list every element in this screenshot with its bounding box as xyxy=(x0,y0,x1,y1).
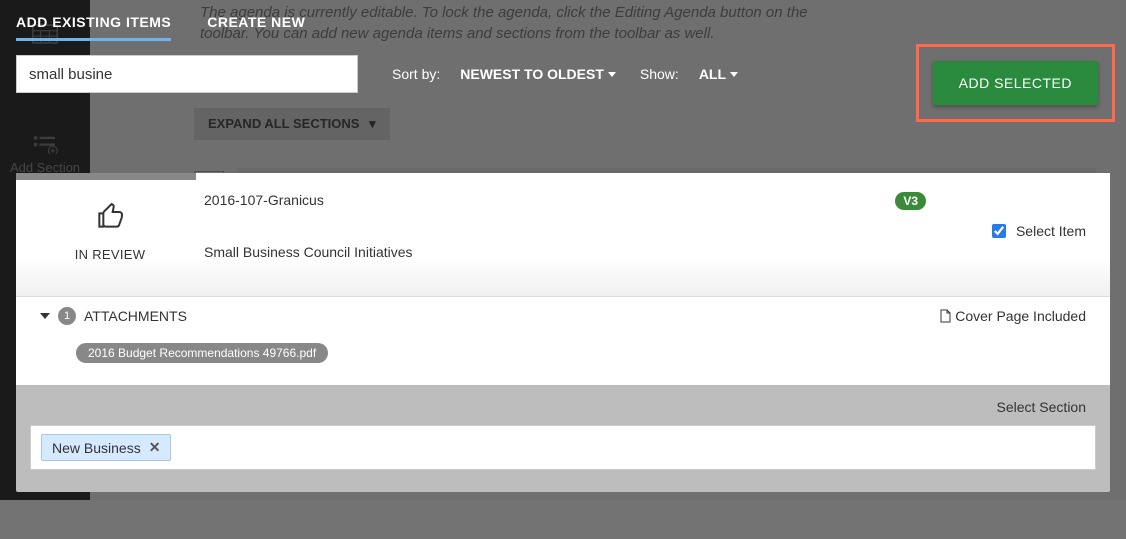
caret-down-icon xyxy=(608,72,616,77)
status-column: IN REVIEW xyxy=(40,192,180,262)
add-selected-highlight: ADD SELECTED xyxy=(916,44,1115,122)
card-accent xyxy=(16,173,196,180)
show-label: Show: xyxy=(640,66,679,82)
add-selected-button[interactable]: ADD SELECTED xyxy=(933,61,1098,105)
tab-add-existing[interactable]: ADD EXISTING ITEMS xyxy=(16,4,171,41)
tab-create-new[interactable]: CREATE NEW xyxy=(207,4,305,41)
cover-page-indicator: Cover Page Included xyxy=(939,308,1086,324)
section-tag: New Business ✕ xyxy=(41,434,171,461)
section-select-input[interactable]: New Business ✕ xyxy=(30,425,1096,470)
search-input[interactable] xyxy=(16,55,358,93)
attachments-label: ATTACHMENTS xyxy=(84,308,187,324)
thumbs-up-icon xyxy=(94,200,126,232)
result-card: IN REVIEW 2016-107-Granicus Small Busine… xyxy=(16,173,1110,296)
select-item-label: Select Item xyxy=(1016,223,1086,239)
item-code: 2016-107-Granicus xyxy=(204,192,895,208)
attachment-count: 1 xyxy=(58,307,76,325)
attachment-chip[interactable]: 2016 Budget Recommendations 49766.pdf xyxy=(76,343,328,363)
sort-dropdown[interactable]: NEWEST TO OLDEST xyxy=(460,66,616,82)
status-label: IN REVIEW xyxy=(40,247,180,262)
file-icon xyxy=(939,309,951,323)
remove-tag-icon[interactable]: ✕ xyxy=(149,439,161,456)
caret-down-icon xyxy=(730,72,738,77)
sort-label: Sort by: xyxy=(392,66,440,82)
item-title: Small Business Council Initiatives xyxy=(204,244,895,260)
attachments-header[interactable]: 1 ATTACHMENTS Cover Page Included xyxy=(16,296,1110,333)
section-tag-label: New Business xyxy=(52,440,141,456)
show-dropdown[interactable]: ALL xyxy=(699,66,738,82)
modal-tabs: ADD EXISTING ITEMS CREATE NEW xyxy=(16,0,1110,41)
select-section-label: Select Section xyxy=(16,385,1110,425)
info-column: 2016-107-Granicus Small Business Council… xyxy=(180,192,895,262)
attachments-list: 2016 Budget Recommendations 49766.pdf xyxy=(16,333,1110,385)
add-items-modal: ADD EXISTING ITEMS CREATE NEW Sort by: N… xyxy=(16,0,1110,539)
badge-column: V3 xyxy=(895,192,926,262)
version-badge: V3 xyxy=(895,192,926,210)
result-panel: IN REVIEW 2016-107-Granicus Small Busine… xyxy=(16,173,1110,492)
select-item-checkbox[interactable] xyxy=(992,224,1006,238)
caret-down-icon xyxy=(40,313,50,319)
select-column: Select Item xyxy=(926,192,1086,262)
